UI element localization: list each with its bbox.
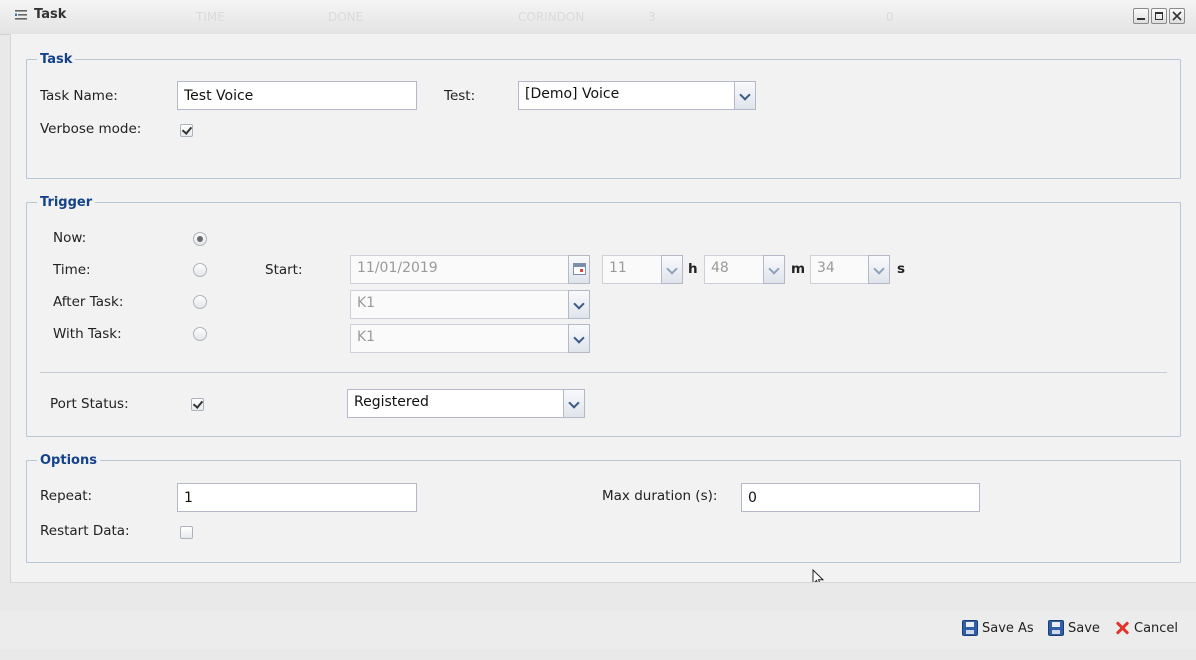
trigger-after-task-radio[interactable] — [193, 295, 207, 309]
start-hour-dropdown-trigger[interactable] — [661, 255, 683, 284]
background-column-done: DONE — [328, 10, 364, 24]
minimize-button[interactable] — [1133, 8, 1149, 24]
start-date-value: 11/01/2019 — [357, 260, 438, 276]
task-list-icon — [15, 10, 27, 20]
hour-unit-label: h — [688, 261, 698, 277]
save-button[interactable]: Save — [1048, 618, 1100, 638]
trigger-with-task-radio[interactable] — [193, 327, 207, 341]
after-task-value: K1 — [357, 295, 376, 311]
start-second-value: 34 — [817, 260, 835, 276]
port-status-select[interactable]: Registered — [347, 389, 585, 418]
max-duration-input[interactable] — [741, 483, 980, 512]
cancel-label: Cancel — [1134, 620, 1179, 636]
with-task-select[interactable]: K1 — [350, 324, 590, 353]
calendar-icon — [573, 263, 586, 275]
task-fieldset: Task — [26, 52, 1181, 179]
trigger-after-task-label: After Task: — [53, 294, 124, 310]
port-status-dropdown-trigger[interactable] — [563, 389, 585, 418]
trigger-now-label: Now: — [53, 230, 87, 246]
verbose-mode-label: Verbose mode: — [40, 121, 142, 137]
test-select[interactable]: [Demo] Voice — [518, 81, 756, 110]
start-second-select[interactable]: 34 — [810, 255, 890, 284]
max-duration-label: Max duration (s): — [602, 488, 718, 504]
start-minute-select[interactable]: 48 — [704, 255, 785, 284]
background-column-name: CORINDON — [518, 10, 585, 24]
repeat-input[interactable] — [177, 483, 417, 512]
options-legend: Options — [40, 453, 97, 468]
task-legend: Task — [40, 52, 73, 67]
with-task-dropdown-trigger[interactable] — [568, 324, 590, 353]
close-icon — [1172, 11, 1182, 21]
background-column-count: 3 — [648, 10, 656, 24]
maximize-icon — [1155, 12, 1163, 20]
status-bar — [10, 582, 1196, 612]
restart-data-checkbox[interactable] — [180, 526, 193, 539]
second-unit-label: s — [897, 261, 906, 277]
task-name-label: Task Name: — [40, 88, 118, 104]
cancel-button[interactable]: Cancel — [1114, 618, 1178, 638]
port-status-value: Registered — [354, 394, 429, 410]
start-hour-value: 11 — [609, 260, 627, 276]
task-name-input[interactable] — [177, 81, 417, 110]
background-column-value: 0 — [886, 10, 894, 24]
start-hour-select[interactable]: 11 — [602, 255, 683, 284]
minute-unit-label: m — [791, 261, 806, 277]
after-task-select[interactable]: K1 — [350, 290, 590, 319]
test-label: Test: — [444, 88, 476, 104]
trigger-legend: Trigger — [40, 195, 93, 210]
floppy-disk-icon — [962, 620, 978, 636]
restart-data-label: Restart Data: — [40, 523, 130, 539]
after-task-dropdown-trigger[interactable] — [568, 290, 590, 319]
repeat-label: Repeat: — [40, 488, 93, 504]
window-titlebar[interactable]: Task TIME DONE CORINDON 3 0 — [0, 0, 1196, 35]
window-title: Task — [34, 7, 67, 22]
start-minute-dropdown-trigger[interactable] — [763, 255, 785, 284]
maximize-button[interactable] — [1151, 8, 1167, 24]
test-select-dropdown-trigger[interactable] — [734, 81, 756, 110]
trigger-time-radio[interactable] — [193, 263, 207, 277]
start-date-field[interactable]: 11/01/2019 — [350, 255, 590, 284]
trigger-now-radio[interactable] — [193, 232, 207, 246]
save-as-label: Save As — [982, 620, 1034, 636]
start-second-dropdown-trigger[interactable] — [868, 255, 890, 284]
minimize-icon — [1137, 18, 1145, 20]
save-as-button[interactable]: Save As — [962, 618, 1034, 638]
start-label: Start: — [265, 262, 303, 278]
trigger-separator — [40, 372, 1167, 373]
background-column-time: TIME — [196, 10, 225, 24]
trigger-with-task-label: With Task: — [53, 326, 122, 342]
close-button[interactable] — [1169, 8, 1185, 24]
red-x-icon — [1114, 620, 1130, 636]
floppy-disk-icon — [1048, 620, 1064, 636]
start-minute-value: 48 — [711, 260, 729, 276]
trigger-time-label: Time: — [53, 262, 91, 278]
with-task-value: K1 — [357, 329, 376, 345]
verbose-mode-checkbox[interactable] — [180, 124, 193, 137]
test-select-value: [Demo] Voice — [525, 86, 620, 102]
start-date-picker-button[interactable] — [568, 255, 590, 284]
port-status-checkbox[interactable] — [191, 398, 204, 411]
port-status-label: Port Status: — [50, 396, 129, 412]
save-label: Save — [1068, 620, 1100, 636]
